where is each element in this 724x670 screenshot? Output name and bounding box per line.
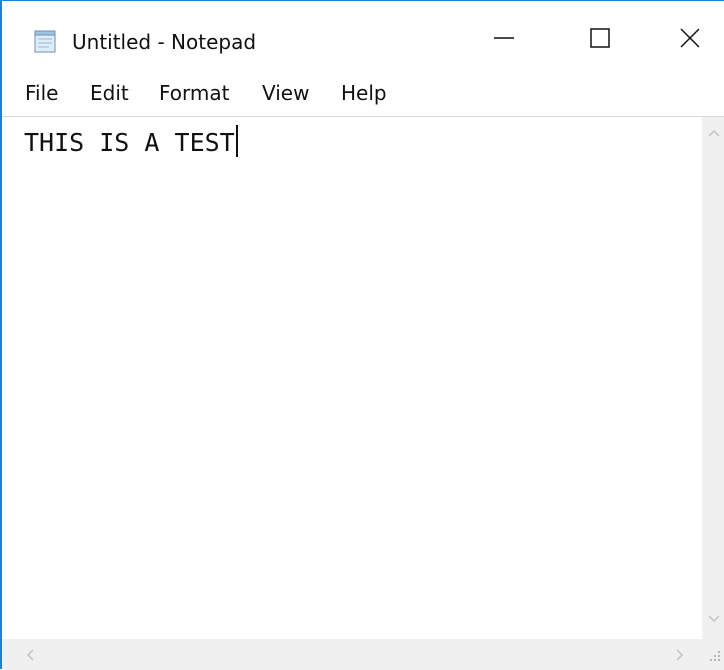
resize-grip-icon bbox=[708, 649, 722, 663]
close-button[interactable] bbox=[658, 1, 722, 79]
notepad-window: Untitled - Notepad File Edit Format View… bbox=[0, 0, 724, 670]
text-caret bbox=[235, 125, 238, 157]
text-editor[interactable]: THIS IS A TEST bbox=[2, 117, 702, 639]
chevron-right-icon[interactable] bbox=[674, 647, 686, 663]
chevron-up-icon[interactable] bbox=[706, 127, 722, 139]
menu-bar: File Edit Format View Help bbox=[2, 79, 724, 117]
menu-edit[interactable]: Edit bbox=[90, 81, 129, 105]
chevron-left-icon[interactable] bbox=[24, 647, 36, 663]
horizontal-scrollbar[interactable] bbox=[2, 639, 702, 670]
title-bar[interactable]: Untitled - Notepad bbox=[2, 1, 724, 79]
window-title: Untitled - Notepad bbox=[72, 30, 257, 54]
menu-file[interactable]: File bbox=[25, 81, 58, 105]
menu-view[interactable]: View bbox=[262, 81, 309, 105]
menu-help[interactable]: Help bbox=[341, 81, 387, 105]
menu-format[interactable]: Format bbox=[159, 81, 229, 105]
vertical-scrollbar[interactable] bbox=[702, 117, 724, 639]
minimize-button[interactable] bbox=[472, 1, 536, 79]
close-icon bbox=[679, 27, 701, 53]
resize-grip[interactable] bbox=[702, 639, 724, 670]
notepad-icon bbox=[32, 28, 58, 54]
minimize-icon bbox=[493, 27, 515, 53]
maximize-icon bbox=[589, 27, 611, 53]
editor-text: THIS IS A TEST bbox=[24, 128, 235, 157]
chevron-down-icon[interactable] bbox=[706, 613, 722, 625]
maximize-button[interactable] bbox=[568, 1, 632, 79]
